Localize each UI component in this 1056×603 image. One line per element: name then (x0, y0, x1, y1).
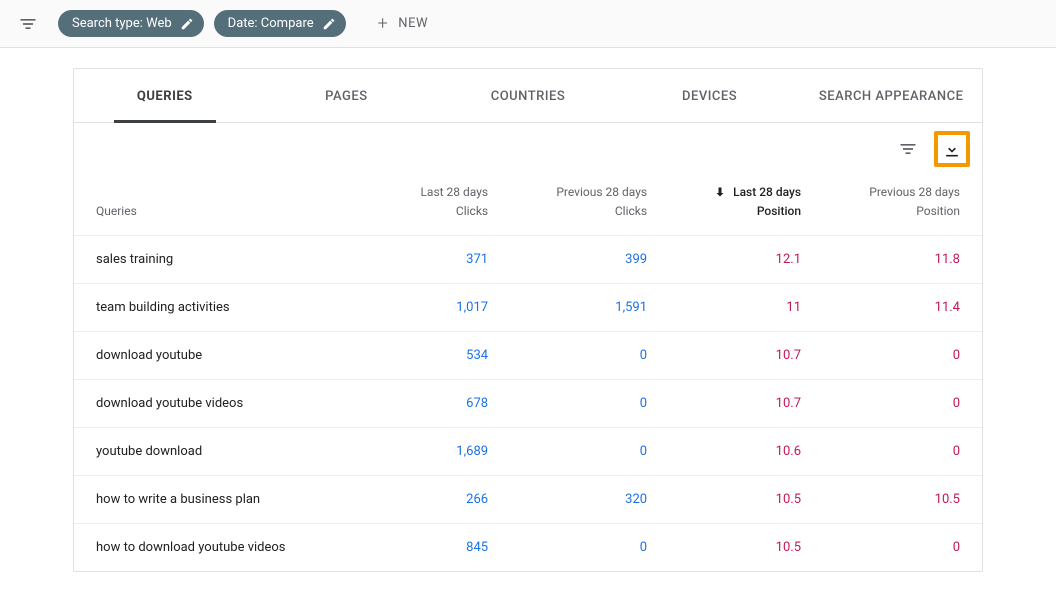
cell-query: how to download youtube videos (74, 524, 382, 572)
cell-prev28-clicks: 1,591 (510, 284, 669, 332)
table-row[interactable]: download youtube videos678010.70 (74, 380, 982, 428)
tab-pages[interactable]: PAGES (256, 69, 438, 122)
col-prev28-clicks[interactable]: Previous 28 days Clicks (510, 175, 669, 236)
cell-prev28-clicks: 0 (510, 524, 669, 572)
cell-last28-clicks: 678 (382, 380, 511, 428)
col-last28-clicks[interactable]: Last 28 days Clicks (382, 175, 511, 236)
chip-search-type-label: Search type: Web (72, 16, 172, 31)
tabs: QUERIESPAGESCOUNTRIESDEVICESSEARCH APPEA… (74, 69, 982, 123)
table-row[interactable]: how to write a business plan26632010.510… (74, 476, 982, 524)
chip-date-label: Date: Compare (228, 16, 314, 31)
chip-search-type[interactable]: Search type: Web (58, 10, 204, 37)
cell-query: how to write a business plan (74, 476, 382, 524)
cell-last28-position: 10.7 (669, 380, 823, 428)
tab-countries[interactable]: COUNTRIES (437, 69, 619, 122)
cell-prev28-clicks: 399 (510, 236, 669, 284)
col-prev28-position[interactable]: Previous 28 days Position (823, 175, 982, 236)
filter-icon[interactable] (16, 12, 40, 36)
cell-query: download youtube videos (74, 380, 382, 428)
table-row[interactable]: sales training37139912.111.8 (74, 236, 982, 284)
cell-last28-clicks: 534 (382, 332, 511, 380)
tab-search-appearance[interactable]: SEARCH APPEARANCE (800, 69, 982, 122)
table-row[interactable]: download youtube534010.70 (74, 332, 982, 380)
cell-last28-position: 11 (669, 284, 823, 332)
sort-desc-icon (714, 185, 729, 199)
cell-prev28-clicks: 0 (510, 428, 669, 476)
report-card: QUERIESPAGESCOUNTRIESDEVICESSEARCH APPEA… (73, 68, 983, 572)
table-filter-icon[interactable] (890, 131, 926, 167)
col-last28-position[interactable]: Last 28 days Position (669, 175, 823, 236)
download-button[interactable] (934, 131, 970, 167)
cell-prev28-position: 0 (823, 332, 982, 380)
chip-date[interactable]: Date: Compare (214, 10, 346, 37)
cell-last28-position: 10.5 (669, 476, 823, 524)
pencil-icon (322, 17, 336, 31)
cell-last28-clicks: 1,017 (382, 284, 511, 332)
cell-query: sales training (74, 236, 382, 284)
cell-last28-position: 10.6 (669, 428, 823, 476)
table-toolbar (74, 123, 982, 175)
cell-query: download youtube (74, 332, 382, 380)
tab-devices[interactable]: DEVICES (619, 69, 801, 122)
table-row[interactable]: team building activities1,0171,5911111.4 (74, 284, 982, 332)
cell-query: team building activities (74, 284, 382, 332)
cell-last28-clicks: 371 (382, 236, 511, 284)
plus-icon: + (378, 13, 389, 34)
cell-prev28-position: 10.5 (823, 476, 982, 524)
new-label: NEW (398, 16, 428, 31)
filter-toolbar: Search type: Web Date: Compare + NEW (0, 0, 1056, 48)
cell-prev28-position: 0 (823, 524, 982, 572)
table-row[interactable]: how to download youtube videos845010.50 (74, 524, 982, 572)
cell-prev28-clicks: 320 (510, 476, 669, 524)
queries-table: Queries Last 28 days Clicks Previous 28 … (74, 175, 982, 571)
cell-prev28-position: 11.4 (823, 284, 982, 332)
cell-last28-position: 10.7 (669, 332, 823, 380)
cell-prev28-clicks: 0 (510, 380, 669, 428)
cell-prev28-clicks: 0 (510, 332, 669, 380)
cell-last28-clicks: 1,689 (382, 428, 511, 476)
cell-last28-clicks: 266 (382, 476, 511, 524)
new-filter-button[interactable]: + NEW (378, 13, 428, 34)
cell-prev28-position: 0 (823, 380, 982, 428)
table-body: sales training37139912.111.8team buildin… (74, 236, 982, 572)
table-row[interactable]: youtube download1,689010.60 (74, 428, 982, 476)
pencil-icon (180, 17, 194, 31)
tab-queries[interactable]: QUERIES (74, 69, 256, 122)
cell-last28-position: 10.5 (669, 524, 823, 572)
cell-prev28-position: 0 (823, 428, 982, 476)
cell-last28-position: 12.1 (669, 236, 823, 284)
col-queries[interactable]: Queries (74, 175, 382, 236)
cell-prev28-position: 11.8 (823, 236, 982, 284)
cell-last28-clicks: 845 (382, 524, 511, 572)
cell-query: youtube download (74, 428, 382, 476)
